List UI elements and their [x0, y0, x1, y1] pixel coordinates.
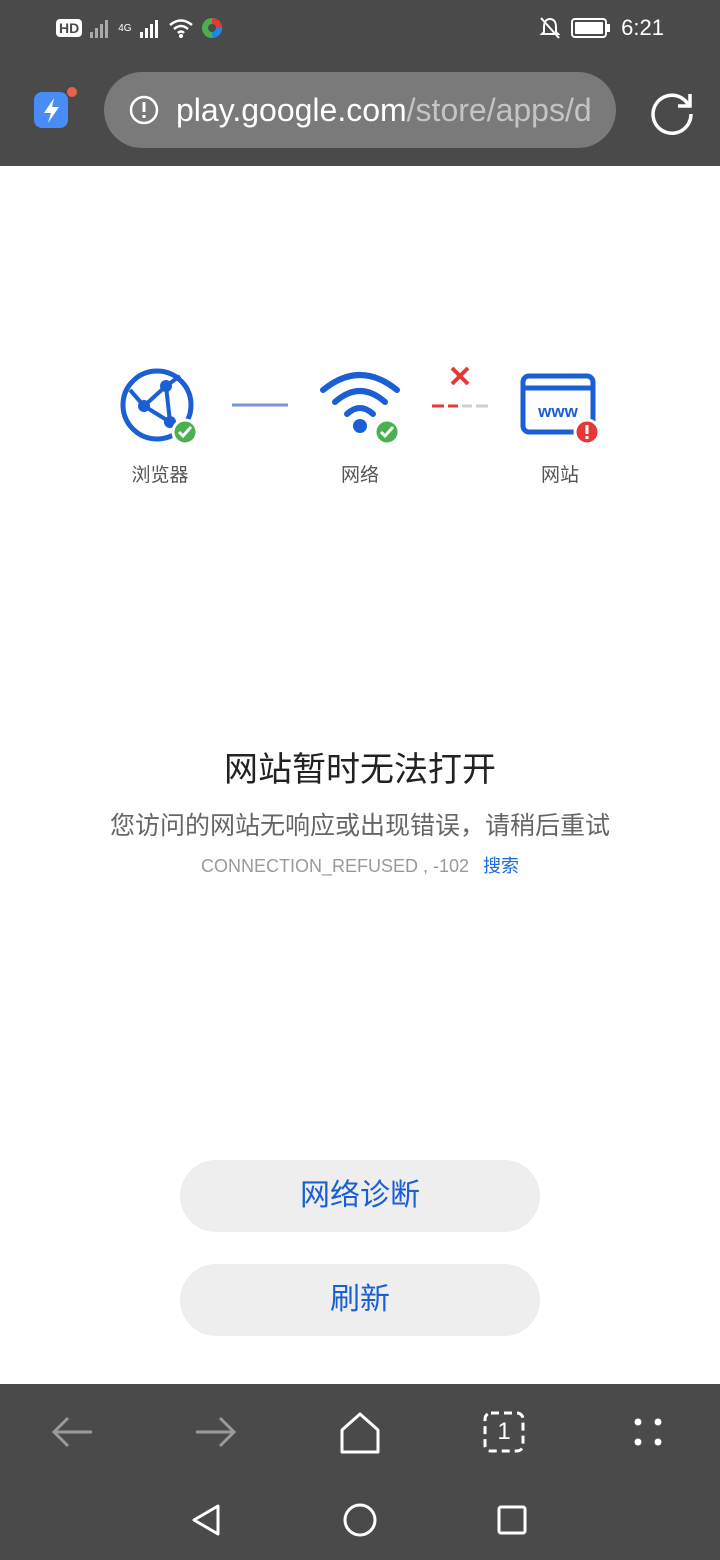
battery-icon	[571, 18, 611, 38]
error-description: 您访问的网站无响应或出现错误，请稍后重试	[109, 811, 610, 840]
error-title: 网站暂时无法打开	[224, 750, 496, 790]
status-left-icons: HD 4G	[56, 14, 224, 42]
network-type: 4G	[118, 22, 132, 34]
app-logo-icon[interactable]	[32, 86, 78, 132]
error-code-line: CONNECTION_REFUSED , -102 搜索	[0, 852, 720, 878]
status-right-icons: 6:21	[539, 14, 664, 42]
wifi-network-icon	[320, 372, 400, 446]
status-bar: HD 4G 6:21	[0, 0, 720, 56]
signal-4g-icon	[139, 20, 158, 38]
www-badge: www	[537, 402, 578, 421]
url-field[interactable]: play.google.com/store/apps/d	[104, 72, 616, 148]
browser-label: 浏览器	[131, 464, 189, 486]
website-label: 网站	[540, 464, 579, 486]
search-link[interactable]: 搜索	[483, 856, 519, 877]
connection-diagram: 浏览器 网络 www 网站	[0, 360, 720, 500]
network-diagnose-button[interactable]: 网络诊断	[180, 1160, 540, 1232]
hd-icon: HD	[56, 19, 83, 37]
url-host: play.google.com	[176, 92, 407, 128]
browser-icon	[120, 368, 199, 446]
browser-node: 浏览器	[100, 360, 220, 487]
reload-icon[interactable]	[646, 86, 698, 138]
mute-icon	[539, 17, 561, 39]
back-icon[interactable]	[48, 1408, 96, 1456]
browser-address-bar: play.google.com/store/apps/d	[0, 56, 720, 166]
system-nav-bar	[0, 1480, 720, 1560]
tab-count: 1	[497, 1418, 511, 1445]
error-code: CONNECTION_REFUSED , -102	[200, 856, 470, 876]
network-node: 网络	[300, 360, 420, 487]
nav-recents-icon[interactable]	[492, 1500, 532, 1540]
connector-ok	[232, 403, 288, 407]
info-icon[interactable]	[128, 94, 160, 126]
network-label: 网络	[340, 464, 379, 486]
nav-home-icon[interactable]	[340, 1500, 380, 1540]
signal-icon	[90, 20, 109, 38]
app-notification-icon	[201, 18, 222, 38]
url-path: /store/apps/d	[406, 92, 592, 128]
website-node: www 网站	[500, 360, 620, 487]
refresh-button[interactable]: 刷新	[180, 1264, 540, 1336]
wifi-icon	[168, 19, 193, 38]
browser-toolbar: 1	[0, 1384, 720, 1480]
nav-back-icon[interactable]	[186, 1500, 226, 1540]
url-text[interactable]: play.google.com/store/apps/d	[176, 90, 606, 130]
clock: 6:21	[621, 15, 664, 40]
tabs-button[interactable]: 1	[480, 1408, 528, 1456]
more-icon[interactable]	[624, 1408, 672, 1456]
forward-icon[interactable]	[192, 1408, 240, 1456]
home-icon[interactable]	[336, 1408, 384, 1456]
connector-broken	[432, 366, 488, 408]
website-icon: www	[520, 373, 600, 446]
